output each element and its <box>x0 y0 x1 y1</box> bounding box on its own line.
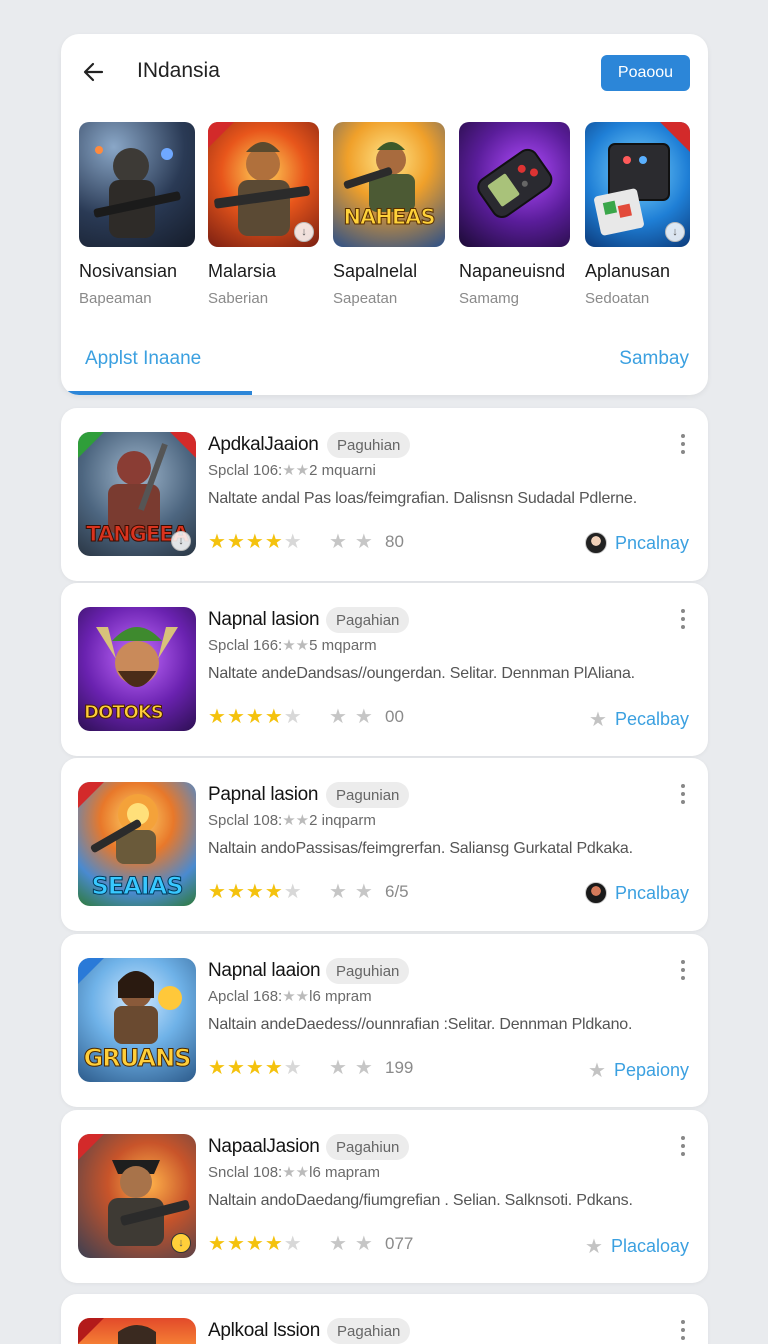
install-link[interactable]: ★ Pepaiony <box>588 1058 689 1083</box>
app-list-item[interactable]: ↓ NapaalJasion Pagahiun Snclal 108:★★l6 … <box>61 1110 708 1283</box>
app-meta: Snclal 108:★★l6 mapram <box>208 1164 380 1181</box>
app-list-item[interactable]: TANGEEA ↓ ApdkalJaaion Paguhian Spclal 1… <box>61 408 708 581</box>
download-badge-icon: ↓ <box>171 1233 191 1253</box>
featured-item-3[interactable]: NAHEAS Sapalnelal Sapeatan <box>333 122 445 307</box>
more-options-icon[interactable] <box>676 1134 690 1158</box>
game-icon: NAHEAS <box>333 122 445 247</box>
primary-button[interactable]: Poaoou <box>601 55 690 91</box>
game-logo-text: NAHEAS <box>343 205 436 230</box>
app-name: NapaalJasion <box>208 1136 320 1157</box>
app-icon <box>78 1318 196 1344</box>
rating-stars: ★ ★ ★ ★ ★ <box>208 531 302 553</box>
featured-subtitle: Sapeatan <box>333 290 398 307</box>
rating-placeholder-stars: ★★ <box>329 1057 381 1079</box>
app-meta: Apclal 168:★★l6 mpram <box>208 988 372 1005</box>
download-badge-icon: ↓ <box>171 531 191 551</box>
featured-item-2[interactable]: ↓ Malarsia Saberian <box>208 122 319 307</box>
rating-count: 6/5 <box>385 882 409 901</box>
app-icon: TANGEEA ↓ <box>78 432 196 556</box>
featured-name: Aplanusan <box>585 261 671 281</box>
featured-subtitle: Bapeaman <box>79 290 152 307</box>
tab-underline <box>61 391 252 395</box>
rating-count: 00 <box>385 707 404 726</box>
app-icon: DOTOKS <box>78 607 196 731</box>
install-link[interactable]: ★ Placaloay <box>585 1234 689 1259</box>
rating-count: 077 <box>385 1234 414 1253</box>
game-icon <box>79 122 195 247</box>
featured-name: Sapalnelal <box>333 261 418 281</box>
category-tag: Pagunian <box>326 782 410 808</box>
category-tag: Pagahian <box>327 1318 411 1344</box>
category-tag: Paguhian <box>327 432 411 458</box>
category-tag: Paguhian <box>326 958 410 984</box>
game-icon: ↓ <box>585 122 690 247</box>
app-meta: Spclal 108:★★2 inqparm <box>208 812 376 829</box>
avatar-icon <box>584 882 607 904</box>
rating-stars: ★ ★ ★ ★ ★ <box>208 1233 302 1255</box>
app-description: Naltate andeDandsas//oungerdan. Selitar.… <box>208 665 635 682</box>
featured-item-4[interactable]: Napaneuisnd Samamg <box>459 122 570 307</box>
rating-placeholder-stars: ★★ <box>329 1233 381 1255</box>
rating-stars: ★ ★ ★ ★ ★ <box>208 706 302 728</box>
install-link[interactable]: Pncalbay <box>584 882 689 904</box>
page-title: INdansia <box>137 59 220 82</box>
featured-subtitle: Samamg <box>459 290 520 307</box>
featured-name: Malarsia <box>208 261 277 281</box>
rating-stars: ★ ★ ★ ★ ★ <box>208 881 302 903</box>
download-badge-icon: ↓ <box>665 222 685 242</box>
featured-subtitle: Saberian <box>208 290 269 307</box>
more-options-icon[interactable] <box>676 958 690 982</box>
more-options-icon[interactable] <box>676 432 690 456</box>
rating-placeholder-stars: ★★ <box>329 706 381 728</box>
featured-name: Nosivansian <box>79 261 178 281</box>
featured-subtitle: Sedoatan <box>585 290 650 307</box>
featured-item-1[interactable]: Nosivansian Bapeaman <box>79 122 195 307</box>
app-icon: GRUANS <box>78 958 196 1082</box>
app-description: Naltain andoDaedang/fiumgrefian . Selian… <box>208 1192 633 1209</box>
app-description: Naltain andeDaedess//ounnrafian :Selitar… <box>208 1016 633 1033</box>
back-arrow-icon[interactable] <box>80 58 108 86</box>
star-icon: ★ <box>589 709 607 731</box>
app-name: Papnal lasion <box>208 784 319 805</box>
featured-name: Napaneuisnd <box>459 261 566 281</box>
more-options-icon[interactable] <box>676 782 690 806</box>
install-link[interactable]: Pncalnay <box>584 532 689 554</box>
app-name: ApdkalJaaion <box>208 434 319 455</box>
app-name: Aplkoal lssion <box>208 1320 320 1341</box>
more-options-icon[interactable] <box>676 1318 690 1342</box>
install-link[interactable]: ★ Pecalbay <box>589 707 689 732</box>
rating-placeholder-stars: ★★ <box>329 531 381 553</box>
app-description: Naltain andoPassisas/feimgrerfan. Salian… <box>208 840 633 857</box>
game-icon <box>459 122 570 247</box>
download-badge-icon: ↓ <box>294 222 314 242</box>
see-all-link[interactable]: Sambay <box>619 348 689 370</box>
app-logo-text: SEAIAS <box>91 872 184 901</box>
featured-item-5[interactable]: ↓ Aplanusan Sedoatan <box>585 122 690 307</box>
app-list-item[interactable]: SEAIAS Papnal lasion Pagunian Spclal 108… <box>61 758 708 931</box>
app-list-item[interactable]: GRUANS Napnal laaion Paguhian Apclal 168… <box>61 934 708 1107</box>
game-icon: ↓ <box>208 122 319 247</box>
app-name: Napnal lasion <box>208 609 320 630</box>
app-name: Napnal laaion <box>208 960 321 981</box>
rating-stars: ★ ★ ★ ★ ★ <box>208 1057 302 1079</box>
category-tag: Pagahiun <box>326 1134 410 1160</box>
rating-count: 199 <box>385 1058 414 1077</box>
app-description: Naltate andal Pas loas/feimgrafian. Dali… <box>208 490 637 507</box>
category-tag: Pagahian <box>326 607 410 633</box>
rating-placeholder-stars: ★★ <box>329 881 381 903</box>
app-logo-text: GRUANS <box>83 1044 192 1073</box>
app-icon: SEAIAS <box>78 782 196 906</box>
app-list-item[interactable]: DOTOKS Napnal lasion Pagahian Spclal 166… <box>61 583 708 756</box>
star-icon: ★ <box>588 1060 606 1082</box>
app-meta: Spclal 106:★★2 mquarni <box>208 462 376 479</box>
rating-count: 80 <box>385 532 404 551</box>
app-icon: ↓ <box>78 1134 196 1258</box>
app-logo-text: DOTOKS <box>84 702 165 724</box>
tab-apps[interactable]: Applst Inaane <box>85 348 201 370</box>
avatar-icon <box>584 532 607 554</box>
app-list-item[interactable]: Aplkoal lssion Pagahian <box>61 1294 708 1344</box>
app-meta: Spclal 166:★★5 mqparm <box>208 637 377 654</box>
star-icon: ★ <box>585 1236 603 1258</box>
more-options-icon[interactable] <box>676 607 690 631</box>
